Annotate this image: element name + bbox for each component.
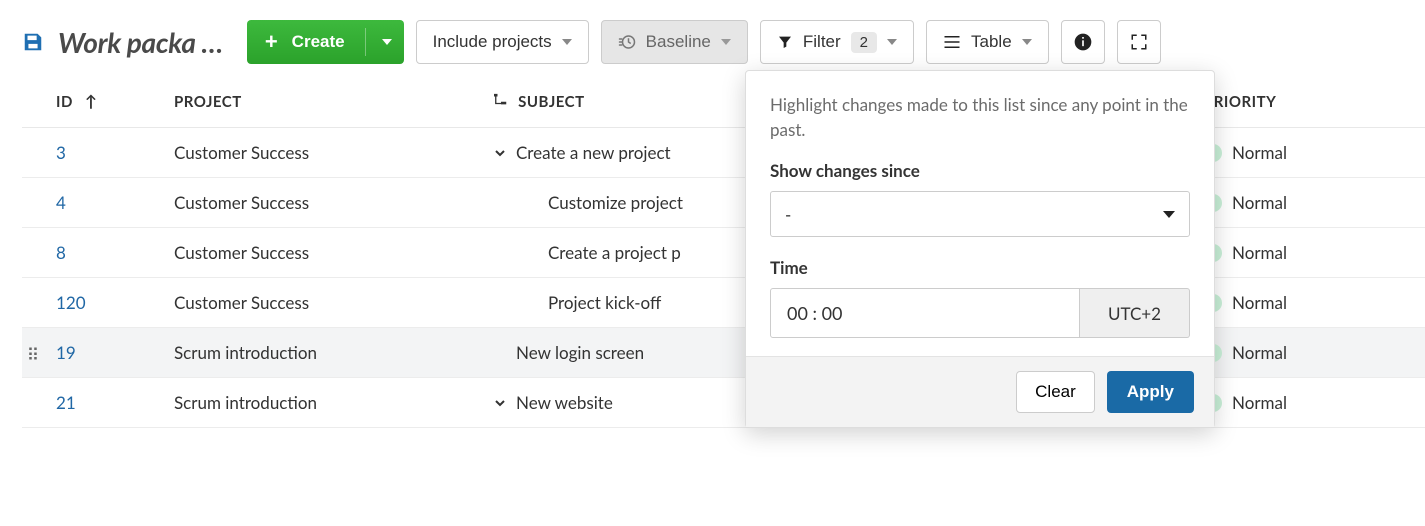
project-cell: Scrum introduction — [162, 378, 482, 428]
priority-cell: Normal — [1192, 278, 1425, 328]
priority-cell: Normal — [1192, 378, 1425, 428]
chevron-down-icon — [1022, 39, 1032, 45]
project-name: Customer Success — [174, 292, 309, 313]
subject-text: Create a project p — [548, 242, 681, 263]
priority-text: Normal — [1232, 392, 1287, 413]
project-cell: Customer Success — [162, 128, 482, 178]
fullscreen-button[interactable] — [1117, 20, 1161, 64]
priority-cell: Normal — [1192, 128, 1425, 178]
subject-text: Create a new project — [516, 142, 671, 163]
priority-text: Normal — [1232, 142, 1287, 163]
time-input[interactable]: 00 : 00 — [770, 288, 1080, 338]
project-cell: Customer Success — [162, 228, 482, 278]
baseline-description: Highlight changes made to this list sinc… — [770, 93, 1190, 142]
baseline-button[interactable]: Baseline — [601, 20, 748, 64]
create-label: Create — [292, 32, 345, 52]
info-icon — [1073, 32, 1093, 52]
project-cell: Customer Success — [162, 278, 482, 328]
priority-cell: Normal — [1192, 178, 1425, 228]
timezone-value: UTC+2 — [1108, 303, 1161, 324]
id-link[interactable]: 3 — [56, 142, 66, 163]
save-icon[interactable] — [22, 31, 44, 53]
id-link[interactable]: 4 — [56, 192, 66, 213]
priority-text: Normal — [1232, 342, 1287, 363]
id-link[interactable]: 21 — [56, 392, 76, 413]
subject-text: Customize project — [548, 192, 683, 213]
id-link[interactable]: 8 — [56, 242, 66, 263]
baseline-footer: Clear Apply — [746, 356, 1214, 427]
time-row: 00 : 00 UTC+2 — [770, 288, 1190, 338]
priority-cell: Normal — [1192, 328, 1425, 378]
col-header-id-label: ID — [56, 93, 73, 111]
filter-label: Filter — [803, 32, 841, 52]
chevron-down-icon — [1163, 211, 1175, 218]
priority-cell: Normal — [1192, 228, 1425, 278]
sort-asc-icon: ↑ — [85, 92, 98, 111]
expand-toggle-icon[interactable] — [494, 392, 506, 413]
time-label: Time — [770, 257, 1190, 278]
chevron-down-icon — [721, 39, 731, 45]
view-mode-button[interactable]: Table — [926, 20, 1049, 64]
project-name: Customer Success — [174, 242, 309, 263]
project-name: Scrum introduction — [174, 392, 317, 413]
table-icon — [943, 34, 961, 50]
col-header-priority[interactable]: PRIORITY — [1192, 78, 1425, 128]
filter-count: 2 — [851, 32, 877, 53]
time-value: 00 : 00 — [787, 302, 842, 324]
priority-text: Normal — [1232, 192, 1287, 213]
priority-text: Normal — [1232, 292, 1287, 313]
id-link[interactable]: 19 — [56, 342, 76, 363]
subject-text: New website — [516, 392, 613, 413]
clear-button[interactable]: Clear — [1016, 371, 1095, 413]
priority-text: Normal — [1232, 242, 1287, 263]
baseline-label: Baseline — [646, 32, 711, 52]
expand-toggle-icon[interactable] — [494, 142, 506, 163]
subject-text: New login screen — [516, 342, 644, 363]
chevron-down-icon — [562, 39, 572, 45]
col-header-project[interactable]: PROJECT — [162, 78, 482, 128]
filter-button[interactable]: Filter 2 — [760, 20, 914, 64]
baseline-panel: Highlight changes made to this list sinc… — [745, 70, 1215, 428]
col-header-id[interactable]: ID ↑ — [22, 78, 162, 128]
apply-button[interactable]: Apply — [1107, 371, 1194, 413]
view-label: Table — [971, 32, 1012, 52]
col-header-subject-label: SUBJECT — [518, 93, 584, 111]
chevron-down-icon — [887, 39, 897, 45]
plus-icon: + — [265, 31, 278, 53]
filter-icon — [777, 34, 793, 50]
page-title: Work packa … — [58, 25, 223, 59]
since-select[interactable]: - — [770, 191, 1190, 237]
include-projects-label: Include projects — [433, 32, 552, 52]
hierarchy-icon — [494, 93, 508, 107]
button-separator — [365, 28, 366, 56]
since-label: Show changes since — [770, 160, 1190, 181]
create-button[interactable]: + Create — [247, 20, 404, 64]
project-cell: Scrum introduction — [162, 328, 482, 378]
id-link[interactable]: 120 — [56, 292, 86, 313]
col-header-project-label: PROJECT — [174, 93, 242, 111]
subject-text: Project kick-off — [548, 292, 661, 313]
fullscreen-icon — [1130, 33, 1148, 51]
since-value: - — [785, 204, 791, 225]
baseline-icon — [618, 33, 636, 51]
project-name: Customer Success — [174, 192, 309, 213]
toolbar: Work packa … + Create Include projects B… — [0, 0, 1425, 78]
include-projects-button[interactable]: Include projects — [416, 20, 589, 64]
project-cell: Customer Success — [162, 178, 482, 228]
info-button[interactable] — [1061, 20, 1105, 64]
chevron-down-icon — [382, 39, 392, 45]
project-name: Scrum introduction — [174, 342, 317, 363]
title-group: Work packa … — [22, 25, 223, 59]
timezone-badge: UTC+2 — [1080, 288, 1190, 338]
project-name: Customer Success — [174, 142, 309, 163]
drag-handle-icon[interactable]: ⠿ — [24, 344, 42, 366]
